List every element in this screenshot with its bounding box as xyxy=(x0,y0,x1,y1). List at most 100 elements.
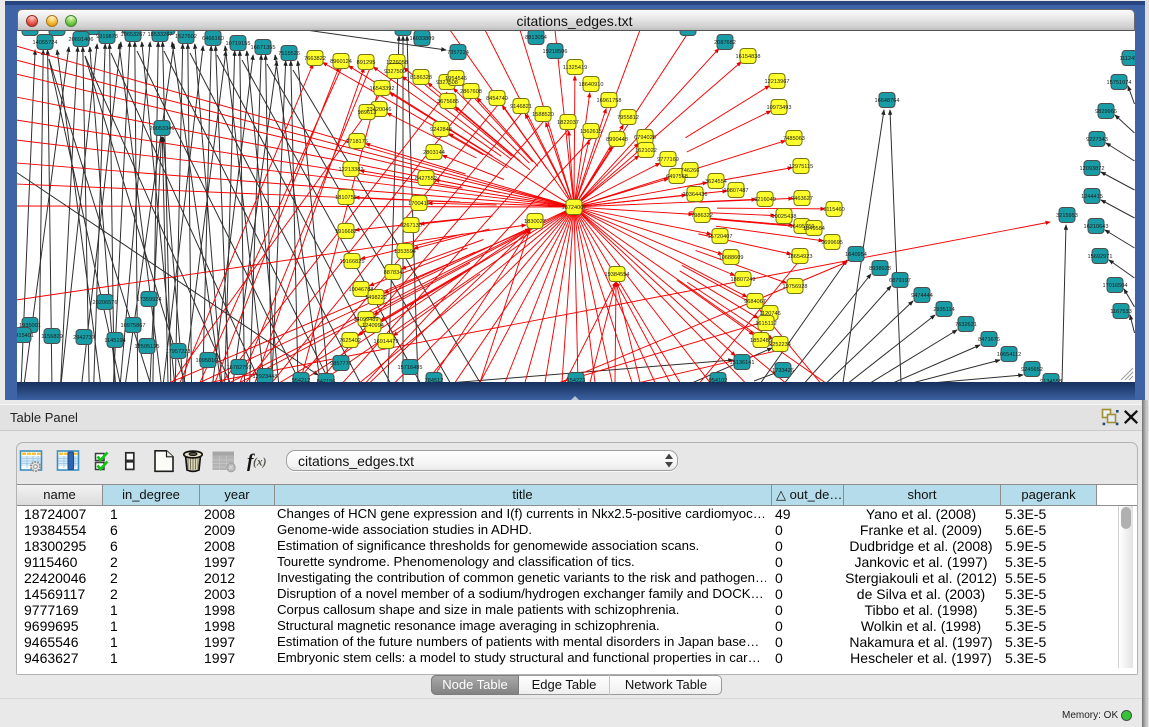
svg-text:18640910: 18640910 xyxy=(579,82,604,88)
svg-text:1120746: 1120746 xyxy=(759,311,780,317)
svg-text:1240994: 1240994 xyxy=(362,323,384,329)
svg-text:20364436: 20364436 xyxy=(683,192,708,198)
svg-text:10719155: 10719155 xyxy=(226,41,251,47)
svg-text:10807487: 10807487 xyxy=(724,188,749,194)
svg-text:1640954: 1640954 xyxy=(845,252,867,258)
svg-text:16033809: 16033809 xyxy=(410,36,435,42)
svg-text:1244415: 1244415 xyxy=(1081,194,1103,200)
svg-text:3675685: 3675685 xyxy=(437,99,459,105)
svg-text:11325419: 11325419 xyxy=(563,65,587,71)
svg-text:2867608: 2867608 xyxy=(460,89,482,95)
svg-text:887834: 887834 xyxy=(384,270,403,276)
svg-text:6466160: 6466160 xyxy=(202,36,224,42)
svg-text:1498222: 1498222 xyxy=(365,295,387,301)
svg-text:7955812: 7955812 xyxy=(617,115,639,121)
svg-text:10973493: 10973493 xyxy=(767,105,792,111)
svg-text:17957223: 17957223 xyxy=(166,349,191,355)
svg-text:15136141: 15136141 xyxy=(730,360,755,366)
svg-text:989613: 989613 xyxy=(358,110,377,116)
svg-text:8938928: 8938928 xyxy=(869,266,891,272)
svg-text:7357224: 7357224 xyxy=(447,50,469,56)
svg-text:9227343: 9227343 xyxy=(1086,137,1108,143)
svg-text:12923448: 12923448 xyxy=(253,374,278,380)
svg-text:1954546: 1954546 xyxy=(445,76,467,82)
svg-text:1935001: 1935001 xyxy=(19,323,41,329)
svg-text:8813054: 8813054 xyxy=(525,35,547,41)
svg-text:1156829: 1156829 xyxy=(41,334,62,340)
svg-text:1733426: 1733426 xyxy=(772,368,794,374)
svg-text:1615112: 1615112 xyxy=(755,321,776,327)
svg-text:746266: 746266 xyxy=(681,168,700,174)
svg-text:9777169: 9777169 xyxy=(657,157,679,163)
svg-text:18724007: 18724007 xyxy=(562,205,587,211)
svg-text:7632621: 7632621 xyxy=(955,322,977,328)
svg-text:16961758: 16961758 xyxy=(597,98,622,104)
svg-text:1849584: 1849584 xyxy=(803,226,825,232)
svg-text:9242848: 9242848 xyxy=(430,127,452,133)
svg-text:6216049: 6216049 xyxy=(754,197,776,203)
svg-text:16782759: 16782759 xyxy=(227,365,252,371)
svg-text:9463627: 9463627 xyxy=(791,196,813,202)
svg-text:17359924: 17359924 xyxy=(137,297,162,303)
svg-text:15692971: 15692971 xyxy=(1088,254,1113,260)
svg-text:20691406: 20691406 xyxy=(69,37,94,43)
svg-text:19166825: 19166825 xyxy=(340,259,365,265)
svg-text:10046788: 10046788 xyxy=(349,287,374,293)
svg-text:3215953: 3215953 xyxy=(1056,213,1078,219)
svg-text:7485063: 7485063 xyxy=(783,136,805,142)
svg-text:2803144: 2803144 xyxy=(423,150,445,156)
svg-text:2087682: 2087682 xyxy=(714,40,736,46)
svg-text:18807249: 18807249 xyxy=(731,277,756,283)
svg-text:19756928: 19756928 xyxy=(783,284,808,290)
svg-text:16154838: 16154838 xyxy=(736,54,761,60)
svg-text:1700416: 1700416 xyxy=(408,201,430,207)
svg-text:12093872: 12093872 xyxy=(1080,166,1105,172)
svg-text:9684067: 9684067 xyxy=(744,299,766,305)
svg-text:3624554: 3624554 xyxy=(705,179,727,185)
svg-text:1226058: 1226058 xyxy=(386,60,408,66)
svg-text:15751074: 15751074 xyxy=(1107,80,1132,86)
svg-text:10975867: 10975867 xyxy=(121,323,146,329)
svg-text:1588520: 1588520 xyxy=(532,112,554,118)
svg-text:17016504: 17016504 xyxy=(1103,283,1128,289)
svg-text:19384554: 19384554 xyxy=(605,272,630,278)
svg-text:9699695: 9699695 xyxy=(821,240,843,246)
svg-text:9327509: 9327509 xyxy=(384,69,406,75)
svg-text:1810755: 1810755 xyxy=(335,195,357,201)
svg-text:9829966: 9829966 xyxy=(1095,109,1117,115)
svg-text:2935114: 2935114 xyxy=(933,307,954,313)
svg-text:8454749: 8454749 xyxy=(486,96,508,102)
svg-text:9245652: 9245652 xyxy=(1021,367,1043,373)
svg-text:1916682: 1916682 xyxy=(335,229,357,235)
svg-text:12505135: 12505135 xyxy=(135,344,160,350)
svg-text:20206576: 20206576 xyxy=(93,300,118,306)
svg-text:1822037: 1822037 xyxy=(557,120,579,126)
svg-text:891295: 891295 xyxy=(357,60,376,66)
svg-text:(x): (x) xyxy=(253,457,267,469)
svg-text:6879197: 6879197 xyxy=(889,278,911,284)
svg-text:2252234: 2252234 xyxy=(769,342,791,348)
svg-text:16914479: 16914479 xyxy=(374,339,399,345)
svg-text:8471676: 8471676 xyxy=(978,337,1000,343)
svg-text:1621022: 1621022 xyxy=(635,148,657,154)
svg-text:18654923: 18654923 xyxy=(788,254,813,260)
svg-text:19218506: 19218506 xyxy=(543,49,568,55)
svg-text:8186328: 8186328 xyxy=(410,75,432,81)
svg-text:7663822: 7663822 xyxy=(304,56,326,62)
svg-text:1830027: 1830027 xyxy=(524,219,546,225)
svg-text:1112453: 1112453 xyxy=(1120,56,1135,62)
svg-text:6794028: 6794028 xyxy=(634,135,656,141)
svg-text:10688609: 10688609 xyxy=(719,255,744,261)
svg-text:8427552: 8427552 xyxy=(415,176,437,182)
svg-text:12213382: 12213382 xyxy=(339,167,364,173)
svg-text:12213967: 12213967 xyxy=(765,79,790,85)
svg-text:8960124: 8960124 xyxy=(330,59,352,65)
svg-text:1852485: 1852485 xyxy=(750,338,772,344)
svg-text:8990448: 8990448 xyxy=(606,137,628,143)
svg-text:2718176: 2718176 xyxy=(346,139,368,145)
svg-text:7986322: 7986322 xyxy=(691,213,713,219)
svg-text:9115460: 9115460 xyxy=(823,207,844,213)
svg-text:16543392: 16543392 xyxy=(370,86,395,92)
svg-text:20053346: 20053346 xyxy=(150,126,175,132)
svg-text:10653267: 10653267 xyxy=(121,32,146,38)
